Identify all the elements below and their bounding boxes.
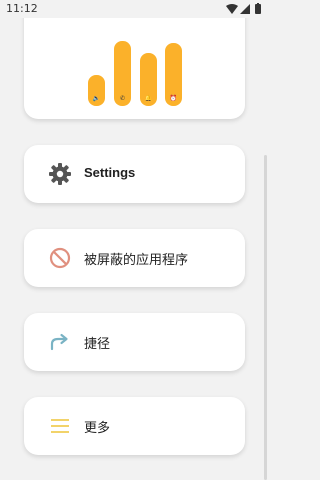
block-icon — [49, 247, 71, 269]
status-icons — [226, 3, 261, 14]
volume-slider-alarm[interactable]: ⏰ — [165, 43, 182, 106]
alarm-clock-icon: ⏰ — [169, 95, 178, 102]
menu-lines-icon — [51, 419, 69, 433]
more-label: 更多 — [84, 421, 111, 436]
volume-slider-ring[interactable]: 🔔 — [140, 53, 157, 106]
scrollbar[interactable] — [264, 155, 267, 480]
speaker-icon: 🔈 — [92, 95, 101, 102]
share-arrow-icon — [50, 333, 68, 351]
settings-label: Settings — [84, 165, 136, 180]
volume-slider-call[interactable]: ✆ — [114, 41, 131, 106]
blocked-apps-label: 被屏蔽的应用程序 — [84, 253, 189, 268]
battery-icon — [255, 4, 261, 14]
bell-icon: 🔔 — [144, 95, 153, 102]
status-bar: 11:12 — [0, 0, 270, 18]
wifi-icon — [226, 4, 238, 14]
shortcuts-label: 捷径 — [84, 337, 111, 352]
cellular-signal-icon — [240, 4, 250, 14]
blocked-apps-item[interactable]: 被屏蔽的应用程序 — [24, 229, 245, 287]
shortcuts-item[interactable]: 捷径 — [24, 313, 245, 371]
more-item[interactable]: 更多 — [24, 397, 245, 455]
volume-slider-media[interactable]: 🔈 — [88, 75, 105, 106]
settings-item[interactable]: Settings — [24, 145, 245, 203]
gear-icon — [49, 163, 71, 185]
phone-icon: ✆ — [119, 95, 126, 102]
status-time: 11:12 — [6, 2, 38, 15]
